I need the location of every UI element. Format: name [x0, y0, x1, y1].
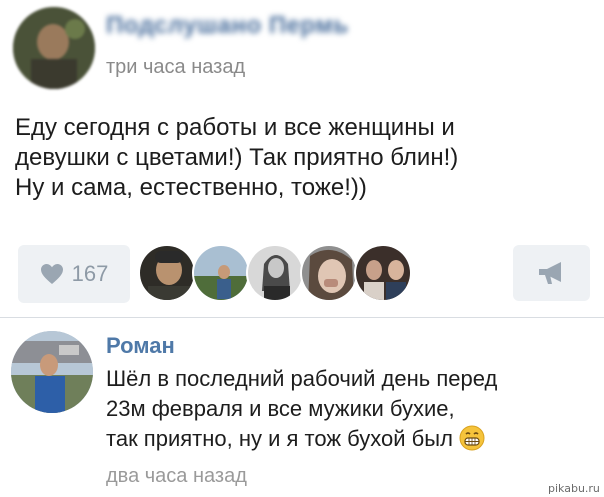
comment-author-avatar[interactable] [11, 331, 93, 413]
comment-text-line: 23м февраля и все мужики бухие, [106, 396, 455, 421]
divider [0, 317, 604, 318]
watermark: pikabu.ru [548, 482, 600, 495]
comment-text-line: так приятно, ну и я тож бухой был [106, 424, 586, 454]
liker-avatar[interactable] [138, 244, 196, 302]
liker-avatar[interactable] [300, 244, 358, 302]
post-text-line: Еду сегодня с работы и все женщины и [15, 114, 455, 141]
heart-icon [40, 264, 63, 284]
post-header: Подслушано Пермь три часа назад [0, 0, 604, 96]
post-text-line: Ну и сама, естественно, тоже!)) [15, 174, 367, 201]
post-text-line: девушки с цветами!) Так приятно блин!) [15, 144, 459, 171]
grin-emoji-icon [459, 425, 485, 451]
like-button[interactable]: 167 [18, 245, 130, 303]
liker-avatar[interactable] [246, 244, 304, 302]
share-button[interactable] [513, 245, 590, 301]
megaphone-icon [538, 262, 561, 284]
post-timestamp[interactable]: три часа назад [106, 56, 245, 79]
post-author-avatar[interactable] [13, 7, 95, 89]
post-author-name[interactable]: Подслушано Пермь [106, 12, 349, 40]
post-body: Еду сегодня с работы и все женщины и дев… [15, 113, 595, 203]
liker-avatar[interactable] [192, 244, 250, 302]
comment-author-name[interactable]: Роман [106, 333, 175, 359]
likes-count: 167 [71, 261, 109, 286]
comment-timestamp[interactable]: два часа назад [106, 465, 247, 488]
liker-avatar[interactable] [354, 244, 412, 302]
comment-text-line: Шёл в последний рабочий день перед [106, 366, 498, 391]
comment-text-fragment: так приятно, ну и я тож бухой был [106, 426, 453, 451]
comment-body: Шёл в последний рабочий день перед 23м ф… [106, 364, 586, 454]
